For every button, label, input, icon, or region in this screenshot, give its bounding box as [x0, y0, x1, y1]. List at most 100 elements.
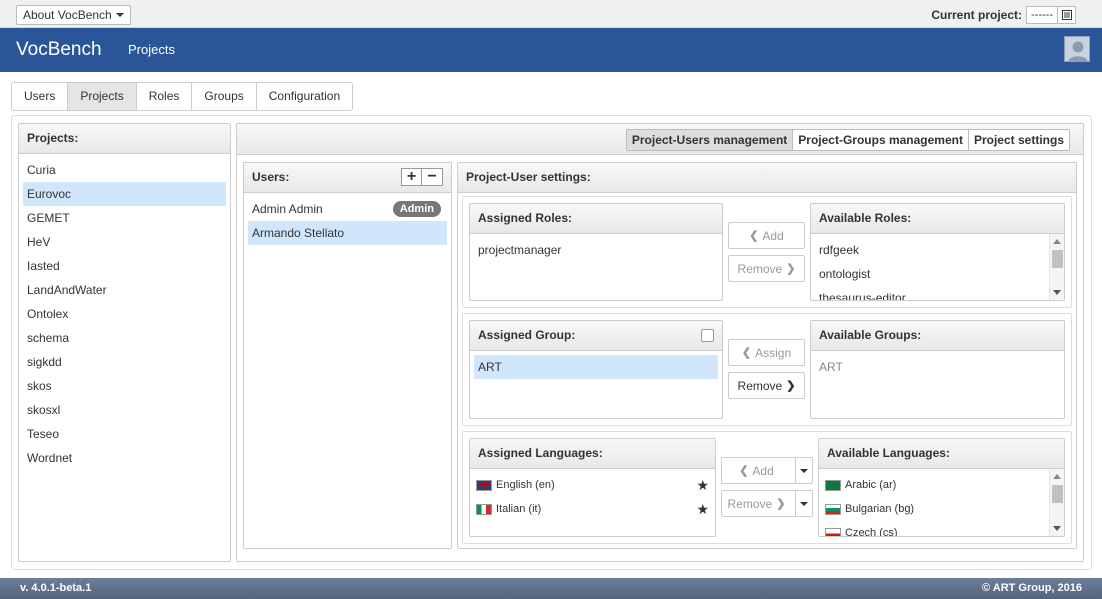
current-project-value: ------ — [1031, 9, 1053, 21]
available-group-item-art[interactable]: ART — [815, 355, 1060, 379]
assigned-languages-list: English (en) ★ Italian (it) ★ — [470, 469, 715, 521]
remove-group-label: Remove — [737, 378, 783, 393]
brand-logo[interactable]: VocBench — [16, 39, 102, 61]
chevron-right-icon: ❯ — [786, 380, 796, 392]
users-actions: + − — [401, 168, 443, 186]
project-item-skosxl[interactable]: skosxl — [23, 398, 226, 422]
remove-language-main[interactable]: Remove ❯ — [722, 491, 791, 516]
project-item-sigkdd[interactable]: sigkdd — [23, 350, 226, 374]
assigned-group-header: Assigned Group: — [470, 321, 722, 351]
user-item-admin[interactable]: Admin Admin Admin — [248, 197, 447, 221]
navbar: VocBench Projects — [0, 28, 1102, 72]
scroll-thumb[interactable] — [1052, 250, 1063, 268]
role-item-rdfgeek[interactable]: rdfgeek — [815, 238, 1044, 262]
group-checkbox[interactable] — [701, 329, 714, 342]
list-icon[interactable] — [1057, 7, 1075, 23]
project-item-schema[interactable]: schema — [23, 326, 226, 350]
group-item-art[interactable]: ART — [474, 355, 718, 379]
project-item-landandwater[interactable]: LandAndWater — [23, 278, 226, 302]
project-item-skos[interactable]: skos — [23, 374, 226, 398]
language-label: Arabic (ar) — [845, 479, 897, 491]
tab-users[interactable]: Users — [12, 83, 69, 110]
roles-scrollbar[interactable] — [1049, 234, 1064, 300]
scroll-up-icon[interactable] — [1053, 474, 1061, 479]
tab-project-users-management[interactable]: Project-Users management — [626, 130, 794, 150]
about-dropdown-button[interactable]: About VocBench — [16, 5, 131, 25]
project-item-curia[interactable]: Curia — [23, 158, 226, 182]
scroll-thumb[interactable] — [1052, 485, 1063, 503]
user-name: Admin Admin — [252, 202, 323, 216]
projects-title: Projects: — [19, 124, 230, 154]
tab-project-settings[interactable]: Project settings — [969, 130, 1069, 150]
add-language-button[interactable]: ❮ Add — [721, 457, 813, 484]
project-item-wordnet[interactable]: Wordnet — [23, 446, 226, 470]
tab-configuration[interactable]: Configuration — [257, 83, 352, 110]
assign-group-button[interactable]: ❮ Assign — [728, 339, 805, 366]
footer: v. 4.0.1-beta.1 © ART Group, 2016 — [0, 578, 1102, 599]
management-header: Project-Users management Project-Groups … — [237, 124, 1083, 155]
scroll-down-icon[interactable] — [1053, 290, 1061, 295]
cz-flag-icon — [825, 527, 841, 536]
language-label: English (en) — [496, 479, 555, 491]
users-header: Users: + − — [244, 163, 451, 193]
assigned-group-title: Assigned Group: — [478, 328, 576, 342]
admin-badge: Admin — [392, 201, 441, 217]
remove-language-dropdown[interactable] — [795, 491, 812, 516]
tab-projects[interactable]: Projects — [68, 83, 137, 110]
users-list: Admin Admin Admin Armando Stellato — [244, 193, 451, 245]
admin-tabs: Users Projects Roles Groups Configuratio… — [11, 82, 354, 111]
tab-project-groups-management[interactable]: Project-Groups management — [793, 130, 969, 150]
language-item-italian[interactable]: Italian (it) ★ — [470, 497, 715, 521]
remove-language-button[interactable]: Remove ❯ — [721, 490, 813, 517]
tab-groups[interactable]: Groups — [192, 83, 257, 110]
star-icon[interactable]: ★ — [696, 501, 709, 518]
languages-scrollbar[interactable] — [1049, 469, 1064, 536]
chevron-left-icon: ❮ — [741, 347, 752, 359]
remove-role-label: Remove — [737, 261, 783, 276]
scroll-up-icon[interactable] — [1053, 239, 1061, 244]
star-icon[interactable]: ★ — [696, 477, 709, 494]
current-project-selector[interactable]: ------ — [1026, 6, 1076, 24]
settings-title: Project-User settings: — [458, 163, 1076, 193]
add-user-icon[interactable]: + — [401, 168, 422, 186]
user-avatar-icon[interactable] — [1064, 36, 1090, 62]
scroll-down-icon[interactable] — [1053, 526, 1061, 531]
chevron-left-icon: ❮ — [739, 465, 749, 477]
nav-link-projects[interactable]: Projects — [128, 42, 175, 57]
bg-flag-icon — [825, 503, 841, 515]
remove-user-icon[interactable]: − — [422, 168, 443, 186]
remove-group-button[interactable]: Remove ❯ — [728, 372, 805, 399]
user-item-armando-stellato[interactable]: Armando Stellato — [248, 221, 447, 245]
available-groups-title: Available Groups: — [811, 321, 1064, 351]
tab-roles[interactable]: Roles — [137, 83, 193, 110]
copyright-label: © ART Group, 2016 — [982, 582, 1082, 594]
remove-role-button[interactable]: Remove ❯ — [728, 255, 805, 282]
available-groups-panel: Available Groups: ART — [810, 320, 1065, 419]
language-item-czech[interactable]: Czech (cs) — [819, 521, 1048, 536]
assigned-languages-title: Assigned Languages: — [470, 439, 715, 469]
add-role-button[interactable]: ❮ Add — [728, 222, 805, 249]
project-item-teseo[interactable]: Teseo — [23, 422, 226, 446]
about-label: About VocBench — [23, 8, 112, 22]
chevron-right-icon: ❯ — [776, 498, 786, 510]
project-item-hev[interactable]: HeV — [23, 230, 226, 254]
role-item-projectmanager[interactable]: projectmanager — [474, 238, 718, 262]
gb-flag-icon — [476, 479, 492, 491]
add-language-main[interactable]: ❮ Add — [722, 458, 791, 483]
language-item-english[interactable]: English (en) ★ — [470, 473, 715, 497]
language-item-arabic[interactable]: Arabic (ar) — [819, 473, 1048, 497]
project-item-gemet[interactable]: GEMET — [23, 206, 226, 230]
available-roles-list: rdfgeek ontologist thesaurus-editor — [811, 234, 1064, 300]
project-item-iasted[interactable]: Iasted — [23, 254, 226, 278]
role-item-ontologist[interactable]: ontologist — [815, 262, 1044, 286]
users-title: Users: — [252, 170, 290, 184]
sa-flag-icon — [825, 479, 841, 491]
current-project: Current project: ------ — [931, 6, 1076, 24]
language-item-bulgarian[interactable]: Bulgarian (bg) — [819, 497, 1048, 521]
available-groups-list: ART — [811, 351, 1064, 379]
project-item-ontolex[interactable]: Ontolex — [23, 302, 226, 326]
project-item-eurovoc[interactable]: Eurovoc — [23, 182, 226, 206]
caret-down-icon — [800, 501, 808, 506]
role-item-thesaurus-editor[interactable]: thesaurus-editor — [815, 286, 1044, 300]
add-language-dropdown[interactable] — [795, 458, 812, 483]
